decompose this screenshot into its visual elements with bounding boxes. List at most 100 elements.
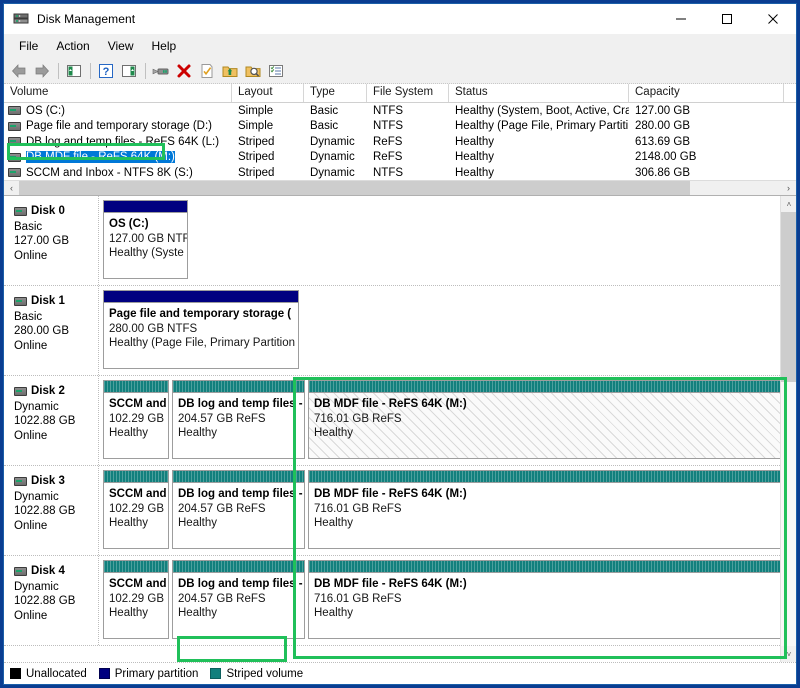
volume-name-cell[interactable]: Page file and temporary storage (D:) bbox=[4, 120, 232, 132]
disk-info-panel[interactable]: Disk 0Basic127.00 GBOnline bbox=[4, 196, 99, 285]
partition-block[interactable]: SCCM and102.29 GB NHealthy bbox=[103, 560, 169, 639]
vscroll-thumb[interactable] bbox=[781, 212, 796, 382]
volume-name-cell[interactable]: OS (C:) bbox=[4, 105, 232, 117]
column-file-system[interactable]: File System bbox=[367, 84, 449, 102]
volume-name-cell[interactable]: SCCM and Inbox - NTFS 8K (S:) bbox=[4, 167, 232, 179]
partition-size-label: 102.29 GB N bbox=[109, 502, 163, 517]
partition-size-label: 280.00 GB NTFS bbox=[109, 322, 293, 337]
partition-name-label: DB MDF file - ReFS 64K (M:) bbox=[314, 397, 780, 412]
volume-list-horizontal-scrollbar[interactable]: ‹ › bbox=[4, 180, 796, 195]
partition-details: DB log and temp files - 204.57 GB ReFSHe… bbox=[173, 573, 304, 638]
show-hide-console-tree-icon[interactable] bbox=[118, 60, 140, 82]
window-controls bbox=[658, 4, 796, 34]
up-one-level-icon[interactable] bbox=[63, 60, 85, 82]
list-view-icon[interactable] bbox=[265, 60, 287, 82]
disk-info-panel[interactable]: Disk 3Dynamic1022.88 GBOnline bbox=[4, 466, 99, 555]
scroll-right-icon[interactable]: › bbox=[781, 181, 796, 195]
disk-size-label: 1022.88 GB bbox=[14, 594, 98, 609]
minimize-icon[interactable] bbox=[658, 4, 704, 34]
close-icon[interactable] bbox=[750, 4, 796, 34]
partition-details: SCCM and102.29 GB NHealthy bbox=[104, 393, 168, 458]
column-volume[interactable]: Volume bbox=[4, 84, 232, 102]
vscroll-track[interactable] bbox=[781, 212, 796, 646]
partition-block[interactable]: SCCM and102.29 GB NHealthy bbox=[103, 380, 169, 459]
menu-action[interactable]: Action bbox=[47, 36, 98, 56]
back-icon[interactable] bbox=[8, 60, 30, 82]
partition-size-label: 204.57 GB ReFS bbox=[178, 502, 299, 517]
volume-name-cell[interactable]: DB MDF file - ReFS 64K (M:) bbox=[4, 151, 232, 163]
column-status[interactable]: Status bbox=[449, 84, 629, 102]
partition-block[interactable]: Page file and temporary storage (280.00 … bbox=[103, 290, 299, 369]
toolbar-separator bbox=[90, 63, 91, 79]
volume-type-cell: Dynamic bbox=[304, 151, 367, 163]
partition-details: DB MDF file - ReFS 64K (M:)716.01 GB ReF… bbox=[309, 483, 780, 548]
partition-block[interactable]: DB log and temp files - 204.57 GB ReFSHe… bbox=[172, 470, 305, 549]
menu-file[interactable]: File bbox=[10, 36, 47, 56]
volume-row[interactable]: DB log and temp files - ReFS 64K (L:)Str… bbox=[4, 134, 796, 150]
drive-icon bbox=[8, 122, 21, 131]
partition-status-label: Healthy bbox=[109, 426, 163, 441]
partition-capacity-bar bbox=[104, 381, 168, 393]
volume-list-body[interactable]: OS (C:)SimpleBasicNTFSHealthy (System, B… bbox=[4, 103, 796, 180]
scroll-up-icon[interactable]: ˄ bbox=[781, 196, 796, 212]
volume-status-cell: Healthy bbox=[449, 136, 629, 148]
partition-block[interactable]: DB MDF file - ReFS 64K (M:)716.01 GB ReF… bbox=[308, 470, 780, 549]
volume-status-cell: Healthy bbox=[449, 167, 629, 179]
maximize-icon[interactable] bbox=[704, 4, 750, 34]
disk-row: Disk 0Basic127.00 GBOnlineOS (C:)127.00 … bbox=[4, 196, 780, 286]
partition-name-label: SCCM and bbox=[109, 577, 163, 592]
volume-capacity-cell: 127.00 GB bbox=[629, 105, 784, 117]
volume-name-label: DB MDF file - ReFS 64K (M:) bbox=[26, 151, 175, 163]
volume-row[interactable]: Page file and temporary storage (D:)Simp… bbox=[4, 119, 796, 135]
column-layout[interactable]: Layout bbox=[232, 84, 304, 102]
properties-icon[interactable] bbox=[150, 60, 172, 82]
help-icon[interactable]: ? bbox=[95, 60, 117, 82]
partition-block[interactable]: DB log and temp files - 204.57 GB ReFSHe… bbox=[172, 560, 305, 639]
volume-layout-cell: Striped bbox=[232, 136, 304, 148]
scroll-down-icon[interactable]: ˅ bbox=[781, 646, 796, 662]
forward-icon[interactable] bbox=[31, 60, 53, 82]
partition-capacity-bar bbox=[173, 471, 304, 483]
disk-partitions: OS (C:)127.00 GB NTFHealthy (Syste bbox=[99, 196, 780, 285]
legend-primary-partition-swatch bbox=[99, 668, 110, 679]
menu-view[interactable]: View bbox=[99, 36, 143, 56]
partition-block[interactable]: DB MDF file - ReFS 64K (M:)716.01 GB ReF… bbox=[308, 380, 780, 459]
partition-block[interactable]: SCCM and102.29 GB NHealthy bbox=[103, 470, 169, 549]
partition-block[interactable]: DB log and temp files - 204.57 GB ReFSHe… bbox=[172, 380, 305, 459]
disk-info-panel[interactable]: Disk 1Basic280.00 GBOnline bbox=[4, 286, 99, 375]
partition-status-label: Healthy bbox=[109, 606, 163, 621]
delete-icon[interactable] bbox=[173, 60, 195, 82]
volume-row[interactable]: DB MDF file - ReFS 64K (M:)StripedDynami… bbox=[4, 150, 796, 166]
search-icon[interactable] bbox=[242, 60, 264, 82]
disk-type-label: Basic bbox=[14, 220, 98, 235]
menu-bar: File Action View Help bbox=[4, 34, 796, 58]
hscroll-thumb[interactable] bbox=[19, 181, 690, 195]
legend-striped-volume-swatch bbox=[210, 668, 221, 679]
rescan-disks-icon[interactable] bbox=[219, 60, 241, 82]
column-type[interactable]: Type bbox=[304, 84, 367, 102]
volume-file-system-cell: NTFS bbox=[367, 105, 449, 117]
menu-help[interactable]: Help bbox=[143, 36, 186, 56]
scroll-left-icon[interactable]: ‹ bbox=[4, 181, 19, 195]
volume-row[interactable]: OS (C:)SimpleBasicNTFSHealthy (System, B… bbox=[4, 103, 796, 119]
disk-info-panel[interactable]: Disk 2Dynamic1022.88 GBOnline bbox=[4, 376, 99, 465]
legend-striped-volume-label: Striped volume bbox=[226, 668, 303, 680]
disk-rows-container: Disk 0Basic127.00 GBOnlineOS (C:)127.00 … bbox=[4, 196, 780, 662]
partition-capacity-bar bbox=[104, 201, 187, 213]
partition-details: SCCM and102.29 GB NHealthy bbox=[104, 483, 168, 548]
toolbar-separator bbox=[145, 63, 146, 79]
column-capacity[interactable]: Capacity bbox=[629, 84, 784, 102]
volume-name-cell[interactable]: DB log and temp files - ReFS 64K (L:) bbox=[4, 136, 232, 148]
partition-block[interactable]: OS (C:)127.00 GB NTFHealthy (Syste bbox=[103, 200, 188, 279]
disk-type-label: Dynamic bbox=[14, 490, 98, 505]
partition-size-label: 102.29 GB N bbox=[109, 592, 163, 607]
hscroll-track[interactable] bbox=[19, 181, 781, 195]
graph-vertical-scrollbar[interactable]: ˄ ˅ bbox=[780, 196, 796, 662]
partition-name-label: SCCM and bbox=[109, 487, 163, 502]
volume-row[interactable]: SCCM and Inbox - NTFS 8K (S:)StripedDyna… bbox=[4, 165, 796, 180]
refresh-icon[interactable] bbox=[196, 60, 218, 82]
legend-unallocated-swatch bbox=[10, 668, 21, 679]
disk-info-panel[interactable]: Disk 4Dynamic1022.88 GBOnline bbox=[4, 556, 99, 645]
toolbar-separator bbox=[58, 63, 59, 79]
partition-block[interactable]: DB MDF file - ReFS 64K (M:)716.01 GB ReF… bbox=[308, 560, 780, 639]
